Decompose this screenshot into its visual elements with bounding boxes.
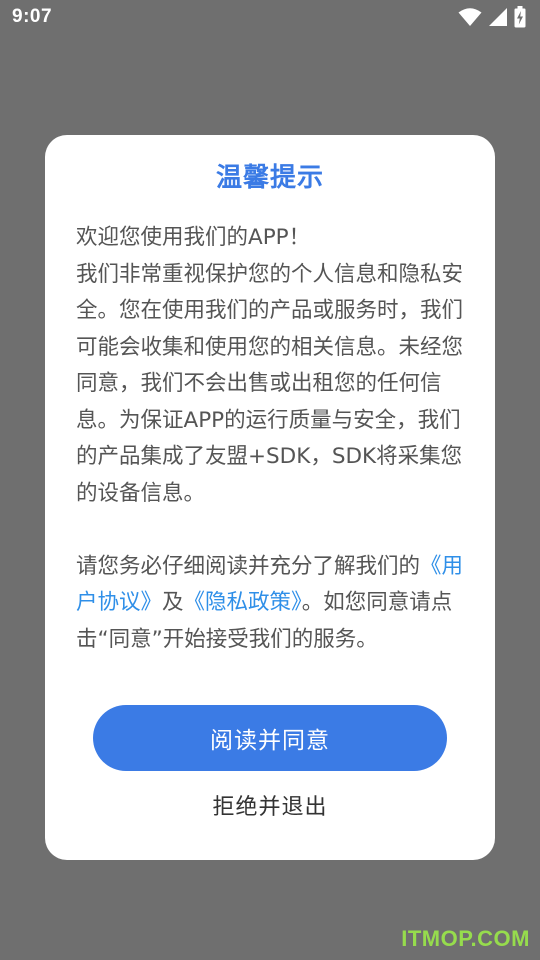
status-bar: 9:07 (0, 0, 540, 36)
status-time: 9:07 (12, 6, 53, 27)
intro-text: 欢迎您使用我们的APP！ (76, 225, 311, 250)
battery-charging-icon (514, 6, 526, 28)
privacy-policy-link[interactable]: 《隐私政策》 (184, 590, 302, 615)
status-icons (458, 6, 526, 28)
reject-button[interactable]: 拒绝并退出 (170, 783, 370, 827)
signal-icon (488, 7, 508, 27)
agree-button[interactable]: 阅读并同意 (93, 705, 447, 771)
dialog-body[interactable]: 欢迎您使用我们的APP！ 我们非常重视保护您的个人信息和隐私安全。您在使用我们的… (76, 220, 470, 660)
privacy-paragraph: 我们非常重视保护您的个人信息和隐私安全。您在使用我们的产品或服务时，我们可能会收… (76, 261, 464, 506)
wifi-icon (458, 7, 482, 27)
watermark: ITMOP.COM (401, 926, 530, 951)
privacy-dialog: 温馨提示 欢迎您使用我们的APP！ 我们非常重视保护您的个人信息和隐私安全。您在… (45, 135, 495, 860)
dialog-title: 温馨提示 (215, 163, 324, 193)
and-text: 及 (162, 590, 184, 615)
agreement-paragraph: 请您务必仔细阅读并充分了解我们的《用户协议》及《隐私政策》。如您同意请点击“同意… (76, 549, 470, 659)
agreement-prefix: 请您务必仔细阅读并充分了解我们的 (76, 553, 421, 579)
